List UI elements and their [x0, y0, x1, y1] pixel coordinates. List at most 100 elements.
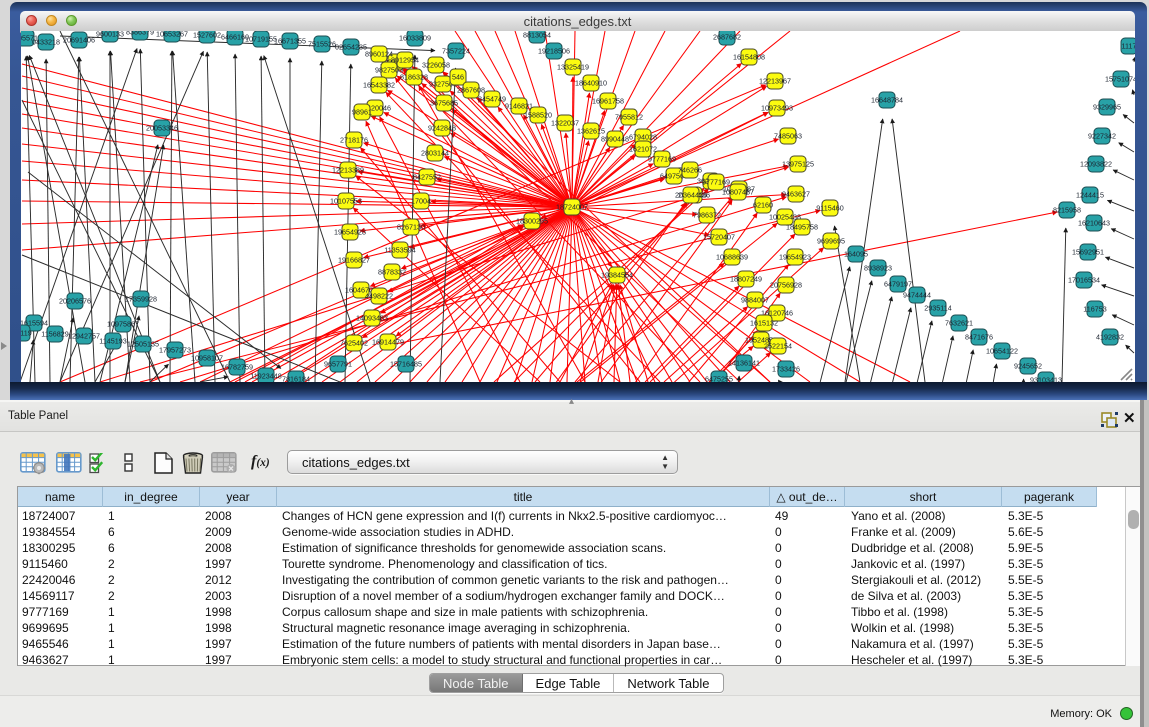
svg-text:746266: 746266	[678, 166, 702, 175]
svg-text:12213389: 12213389	[332, 166, 364, 175]
svg-text:8454749: 8454749	[478, 95, 506, 104]
svg-text:7632621: 7632621	[945, 319, 973, 328]
svg-text:546: 546	[452, 73, 464, 82]
svg-text:1156829: 1156829	[41, 330, 68, 339]
svg-text:18807249: 18807249	[730, 275, 762, 284]
svg-text:9699695: 9699695	[817, 237, 845, 246]
svg-text:1244415: 1244415	[1076, 191, 1104, 200]
svg-text:9115460: 9115460	[816, 204, 843, 213]
svg-text:62160: 62160	[753, 201, 773, 210]
svg-text:14093483: 14093483	[356, 314, 388, 323]
svg-text:9777169: 9777169	[648, 155, 676, 164]
svg-text:20206576: 20206576	[59, 297, 91, 306]
svg-text:2718176: 2718176	[340, 136, 368, 145]
svg-text:9329965: 9329965	[1093, 103, 1121, 112]
svg-text:1322037: 1322037	[551, 119, 579, 128]
svg-text:16033809: 16033809	[399, 34, 431, 43]
svg-text:6479197: 6479197	[884, 280, 912, 289]
svg-text:3226058: 3226058	[422, 61, 450, 70]
svg-text:02654235: 02654235	[335, 43, 367, 52]
svg-text:11353594: 11353594	[384, 246, 415, 255]
svg-text:15720407: 15720407	[703, 233, 735, 242]
svg-text:16671355: 16671355	[274, 37, 306, 46]
svg-text:7625402: 7625402	[340, 339, 368, 348]
svg-text:9777169: 9777169	[702, 178, 730, 187]
svg-text:10107553: 10107553	[330, 197, 362, 206]
svg-text:12093822: 12093822	[1080, 160, 1112, 169]
svg-text:1615132: 1615132	[750, 319, 778, 328]
svg-text:11923448: 11923448	[250, 372, 281, 381]
svg-text:6794028: 6794028	[629, 133, 657, 142]
svg-text:8186328: 8186328	[400, 73, 428, 82]
svg-text:7816184: 7816184	[282, 375, 310, 383]
svg-text:18495758: 18495758	[786, 223, 818, 232]
svg-text:8938923: 8938923	[864, 264, 892, 273]
svg-text:17016534: 17016534	[1068, 276, 1100, 285]
svg-text:16914479: 16914479	[372, 338, 404, 347]
svg-text:1527602: 1527602	[193, 31, 221, 40]
svg-text:2687682: 2687682	[713, 33, 741, 42]
svg-text:18640910: 18640910	[575, 79, 607, 88]
svg-text:9474444: 9474444	[903, 291, 931, 300]
svg-text:9242848: 9242848	[428, 124, 456, 133]
svg-text:16961758: 16961758	[592, 97, 624, 106]
svg-text:7986372: 7986372	[693, 211, 721, 220]
svg-text:15692951: 15692951	[1072, 248, 1104, 257]
svg-text:20691406: 20691406	[63, 36, 95, 45]
svg-text:16210643: 16210643	[1078, 219, 1110, 228]
svg-text:3675685: 3675685	[430, 99, 458, 108]
svg-text:19166827: 19166827	[338, 256, 370, 265]
svg-text:6475255: 6475255	[705, 375, 733, 383]
svg-text:1145193: 1145193	[99, 337, 126, 346]
svg-text:7955812: 7955812	[615, 113, 643, 122]
svg-text:17004: 17004	[411, 197, 431, 206]
svg-text:17359928: 17359928	[125, 295, 157, 304]
svg-text:2935114: 2935114	[924, 304, 951, 313]
svg-text:20053346: 20053346	[146, 124, 178, 133]
svg-text:9463627: 9463627	[782, 190, 810, 199]
svg-text:10807487: 10807487	[722, 188, 754, 197]
svg-text:1588520: 1588520	[524, 111, 552, 120]
svg-text:9600133: 9600133	[96, 31, 124, 39]
svg-text:2803144: 2803144	[421, 149, 449, 158]
svg-text:10958107: 10958107	[191, 354, 223, 363]
svg-text:2867608: 2867608	[457, 86, 485, 95]
svg-text:12942757: 12942757	[68, 332, 100, 341]
svg-text:16543382: 16543382	[363, 81, 395, 90]
svg-text:12505135: 12505135	[127, 340, 159, 349]
svg-text:39119: 39119	[21, 329, 32, 338]
svg-text:18300295: 18300295	[516, 217, 548, 226]
svg-text:13325419: 13325419	[557, 63, 589, 72]
svg-text:1117: 1117	[1122, 42, 1135, 51]
svg-text:12213967: 12213967	[759, 77, 791, 86]
svg-text:7515526: 7515526	[308, 40, 336, 49]
svg-text:16782759: 16782759	[221, 363, 253, 372]
svg-text:4498222: 4498222	[365, 292, 393, 301]
svg-text:8427552: 8427552	[413, 173, 441, 182]
svg-text:16154808: 16154808	[733, 53, 765, 62]
svg-text:20364436: 20364436	[675, 191, 707, 200]
svg-text:8878332: 8878332	[378, 268, 406, 277]
svg-text:19654923: 19654923	[779, 253, 811, 262]
svg-text:19384554: 19384554	[601, 271, 633, 280]
svg-text:19654928: 19654928	[334, 228, 366, 237]
svg-text:7485063: 7485063	[774, 132, 802, 141]
svg-text:14136141: 14136141	[728, 359, 760, 368]
svg-text:10654122: 10654122	[986, 347, 1018, 356]
svg-text:2522154: 2522154	[764, 342, 792, 351]
svg-text:9884007: 9884007	[741, 296, 769, 305]
svg-text:10653267: 10653267	[156, 31, 188, 39]
svg-text:8471676: 8471676	[965, 333, 993, 342]
svg-text:9227342: 9227342	[1088, 132, 1116, 141]
svg-text:8215958: 8215958	[1053, 206, 1081, 215]
svg-text:18724007: 18724007	[556, 203, 588, 212]
svg-text:10719155: 10719155	[245, 35, 277, 44]
svg-text:9245652: 9245652	[1014, 362, 1042, 371]
svg-text:98961: 98961	[352, 108, 372, 117]
svg-text:1621072: 1621072	[629, 145, 657, 154]
svg-text:8813054: 8813054	[523, 31, 551, 40]
svg-text:15751074: 15751074	[1105, 75, 1135, 84]
svg-text:9146821: 9146821	[505, 102, 533, 111]
svg-text:4192832: 4192832	[1096, 333, 1124, 342]
svg-text:10973493: 10973493	[761, 104, 793, 113]
